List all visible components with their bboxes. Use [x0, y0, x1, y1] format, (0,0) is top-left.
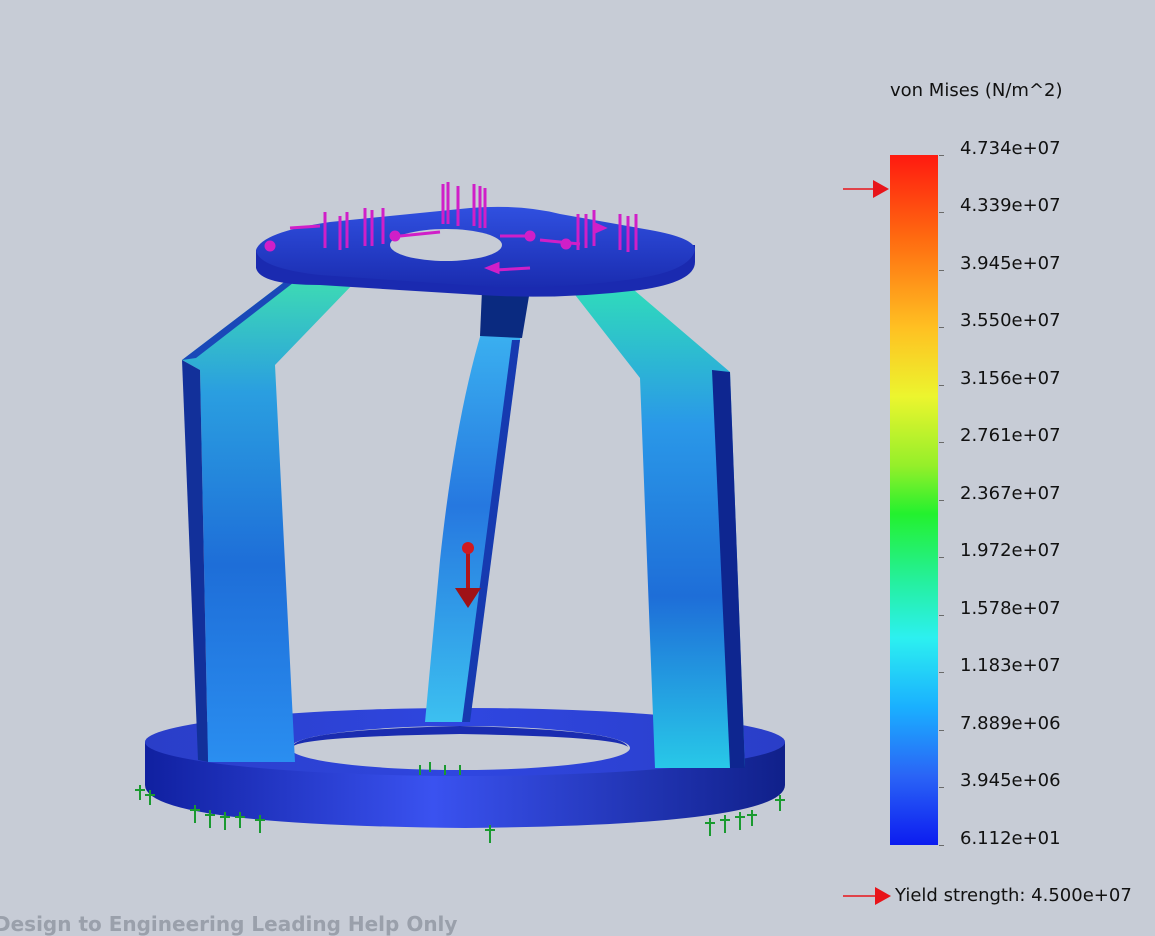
tick-label: 4.339e+07	[960, 195, 1061, 216]
yield-legend-arrow-icon	[843, 887, 891, 905]
tick-mark	[939, 385, 944, 386]
tick-label: 2.367e+07	[960, 483, 1061, 504]
tick-mark	[939, 787, 944, 788]
tick-mark	[939, 730, 944, 731]
left-leg[interactable]	[182, 270, 355, 762]
tick-mark	[939, 845, 944, 846]
tick-mark	[939, 270, 944, 271]
footer-watermark: Design to Engineering Leading Help Only	[0, 912, 458, 936]
tick-label: 3.945e+06	[960, 770, 1061, 791]
tick-mark	[939, 327, 944, 328]
tick-mark	[939, 212, 944, 213]
center-leg[interactable]	[425, 290, 530, 722]
tick-label: 1.578e+07	[960, 598, 1061, 619]
yield-arrow-icon	[843, 180, 889, 198]
tick-label: 1.183e+07	[960, 655, 1061, 676]
stress-colorbar	[890, 155, 938, 845]
yield-strength-label: Yield strength: 4.500e+07	[895, 885, 1132, 906]
right-leg[interactable]	[565, 278, 745, 768]
tick-mark	[939, 557, 944, 558]
tick-mark	[939, 672, 944, 673]
tick-label: 3.945e+07	[960, 253, 1061, 274]
tick-label: 3.156e+07	[960, 368, 1061, 389]
tick-mark	[939, 442, 944, 443]
tick-mark	[939, 615, 944, 616]
tick-label: 3.550e+07	[960, 310, 1061, 331]
tick-label: 2.761e+07	[960, 425, 1061, 446]
legend-title: von Mises (N/m^2)	[890, 80, 1063, 101]
tick-label: 7.889e+06	[960, 713, 1061, 734]
tick-label: 4.734e+07	[960, 138, 1061, 159]
tick-mark	[939, 155, 944, 156]
tick-label: 6.112e+01	[960, 828, 1061, 849]
tick-label: 1.972e+07	[960, 540, 1061, 561]
tick-mark	[939, 500, 944, 501]
